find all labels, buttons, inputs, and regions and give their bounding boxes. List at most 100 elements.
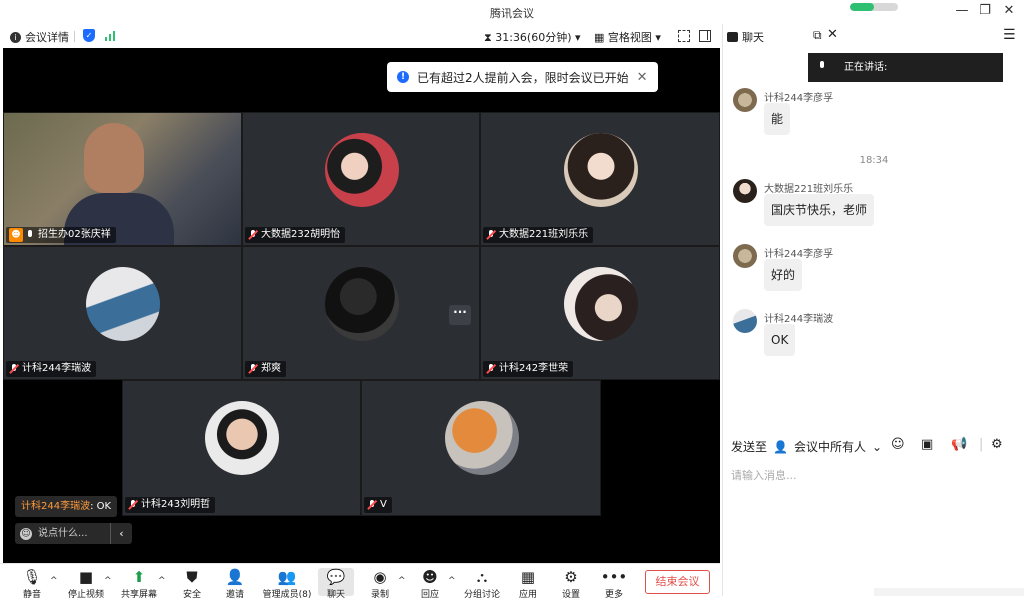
restore-button[interactable]: ❐ <box>975 3 995 21</box>
chevron-up-icon[interactable]: ^ <box>448 576 456 586</box>
reactions-button[interactable]: ☻ 回应 <box>410 568 450 600</box>
menu-icon[interactable]: ☰ <box>1003 27 1016 43</box>
more-options-button[interactable]: ··· <box>449 305 471 325</box>
avatar <box>733 88 757 112</box>
divider: | <box>979 437 984 452</box>
shield-icon[interactable]: ✓ <box>83 29 95 42</box>
timer-label: 31:36(60分钟) <box>495 31 572 44</box>
camera-icon: ■ <box>78 568 94 586</box>
speaking-label: 正在讲话: <box>844 62 888 73</box>
collapse-icon[interactable]: ‹ <box>110 523 132 544</box>
video-tile[interactable]: V <box>361 380 601 516</box>
breakout-label: 分组讨论 <box>463 590 500 600</box>
emoji-icon[interactable]: ☺ <box>20 527 32 540</box>
participant-name-tag: 大数据232胡明怡 <box>245 227 346 243</box>
shield-icon: ⛊ <box>186 568 198 586</box>
mute-label: 静音 <box>22 590 41 600</box>
message-sender: 计科244李彦孚 <box>764 93 834 104</box>
security-button[interactable]: ⛊ 安全 <box>172 568 212 600</box>
avatar <box>205 401 279 475</box>
breakout-button[interactable]: ⛬ 分组讨论 <box>462 568 502 600</box>
sidebar-toggle-icon[interactable] <box>699 30 711 42</box>
message-bubble[interactable]: 国庆节快乐，老师 <box>764 194 875 226</box>
avatar <box>564 267 638 341</box>
emoji-icon[interactable]: ☺ <box>891 437 905 452</box>
chevron-up-icon[interactable]: ^ <box>50 576 58 586</box>
record-label: 录制 <box>370 590 389 600</box>
close-icon[interactable]: ✕ <box>637 70 648 85</box>
chat-overlay-message: 计科244李瑞波: OK <box>15 496 118 517</box>
video-tile[interactable]: ☻ 招生办02张庆祥 <box>3 112 242 246</box>
mic-icon <box>26 230 35 240</box>
participant-name: 计科242李世荣 <box>499 363 569 374</box>
meeting-timer[interactable]: ⧗ 31:36(60分钟) ▾ <box>484 29 581 45</box>
avatar <box>733 309 757 333</box>
video-tile[interactable]: 计科242李世荣 <box>480 246 720 380</box>
view-mode-label: 宫格视图 <box>607 31 652 44</box>
mute-button[interactable]: 🎙 静音 <box>12 568 52 600</box>
send-to-target: 会议中所有人 <box>793 440 866 454</box>
chevron-down-icon: ▾ <box>575 31 581 44</box>
more-icon: ••• <box>600 568 628 586</box>
chat-button[interactable]: 💬 聊天 <box>318 568 354 600</box>
end-meeting-button[interactable]: 结束会议 <box>645 570 710 594</box>
stop-video-label: 停止视频 <box>67 590 104 600</box>
video-tile[interactable]: 郑爽 <box>242 246 480 380</box>
video-tile[interactable]: 大数据232胡明怡 <box>242 112 480 246</box>
quick-chat-input[interactable]: ☺ 说点什么... ‹ <box>15 523 132 544</box>
info-icon: i <box>10 31 21 43</box>
manage-members-button[interactable]: 👥 管理成员(8) <box>262 568 312 600</box>
avatar <box>733 244 757 268</box>
popout-icon[interactable]: ⧉ <box>813 28 822 43</box>
chat-label: 聊天 <box>326 590 345 600</box>
system-tray <box>874 588 1024 596</box>
video-tile[interactable]: 大数据221班刘乐乐 <box>480 112 720 246</box>
share-screen-label: 共享屏幕 <box>120 590 157 600</box>
avatar <box>325 133 399 207</box>
quick-chat-placeholder: 说点什么... <box>38 528 88 539</box>
close-window-button[interactable]: ✕ <box>999 3 1019 21</box>
signal-icon[interactable] <box>105 30 119 41</box>
apps-button[interactable]: ▦ 应用 <box>508 568 548 600</box>
meeting-info-button[interactable]: i 会议详情 <box>10 29 69 45</box>
settings-button[interactable]: ⚙ 设置 <box>551 568 591 600</box>
close-icon[interactable]: ✕ <box>827 27 838 42</box>
video-tile[interactable]: 计科244李瑞波 <box>3 246 242 380</box>
record-button[interactable]: ◉ 录制 <box>360 568 400 600</box>
security-label: 安全 <box>182 590 201 600</box>
chevron-up-icon[interactable]: ^ <box>104 576 112 586</box>
alert-icon: ! <box>397 71 409 83</box>
minimize-button[interactable]: — <box>952 3 972 21</box>
message-bubble[interactable]: 好的 <box>764 259 803 291</box>
mic-off-icon <box>248 230 258 240</box>
message-bubble[interactable]: OK <box>764 324 796 356</box>
gear-icon: ⚙ <box>564 568 578 586</box>
invite-button[interactable]: 👤 邀请 <box>215 568 255 600</box>
apps-icon: ▦ <box>520 568 536 586</box>
chevron-down-icon: ⌄ <box>871 439 883 454</box>
chat-title: 聊天 <box>727 29 764 45</box>
more-button[interactable]: ••• 更多 <box>594 568 634 600</box>
chat-settings-icon[interactable]: ⚙ <box>991 437 1003 452</box>
person-icon: 👤 <box>773 439 788 454</box>
message-input[interactable] <box>731 465 1016 485</box>
chevron-up-icon[interactable]: ^ <box>398 576 406 586</box>
share-screen-button[interactable]: ⬆ 共享屏幕 <box>119 568 159 600</box>
message-sender: 大数据221班刘乐乐 <box>764 184 854 195</box>
stop-video-button[interactable]: ■ 停止视频 <box>66 568 106 600</box>
video-tile[interactable]: 计科243刘明哲 <box>122 380 361 516</box>
send-to-selector[interactable]: 发送至 👤 会议中所有人 ⌄ <box>731 438 882 455</box>
participant-name-tag: V <box>364 497 392 513</box>
folder-icon[interactable]: ▣ <box>921 437 933 452</box>
participant-name: 大数据232胡明怡 <box>261 229 341 240</box>
participant-name: 招生办02张庆祥 <box>38 229 111 240</box>
network-status-indicator <box>850 3 898 11</box>
meeting-toolbar: i 会议详情 ✓ ⧗ 31:36(60分钟) ▾ ▦ 宫格视图 ▾ <box>0 24 720 48</box>
message-bubble[interactable]: 能 <box>764 103 791 135</box>
fullscreen-icon[interactable] <box>678 30 690 42</box>
mic-off-icon <box>486 230 496 240</box>
announcement-icon[interactable]: 📢 <box>951 437 967 452</box>
chat-header: 聊天 ⧉ ✕ ☰ <box>723 24 1024 48</box>
chevron-up-icon[interactable]: ^ <box>158 576 166 586</box>
view-mode-dropdown[interactable]: ▦ 宫格视图 ▾ <box>594 29 661 45</box>
